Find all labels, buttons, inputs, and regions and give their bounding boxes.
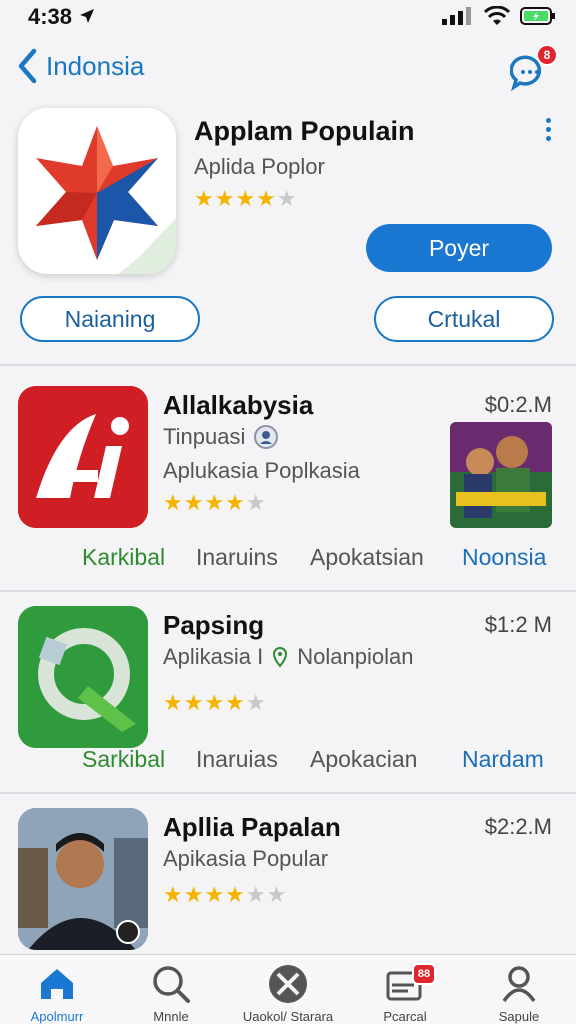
app-name: Allalkabysia — [163, 390, 314, 420]
tag[interactable]: Apokatsian — [310, 544, 424, 571]
app-category: Aplikasia I Nolanpiolan — [163, 644, 413, 670]
tag-blue[interactable]: Noonsia — [462, 544, 546, 571]
chat-button[interactable]: 8 — [510, 44, 558, 92]
person-photo-icon — [18, 808, 148, 950]
app-category-text: Aplikasia I — [163, 644, 264, 669]
app-icon-ai[interactable] — [18, 386, 148, 528]
app-rating: ★★★★★ — [163, 690, 267, 716]
tag[interactable]: Inaruias — [196, 746, 278, 773]
movie-poster-icon — [450, 422, 552, 528]
more-options-icon[interactable] — [542, 118, 554, 148]
app-price: $0:2.M — [484, 392, 552, 417]
app-rating: ★★★★★★ — [163, 882, 287, 908]
tab-profile[interactable]: Sapule — [464, 963, 574, 1024]
divider — [0, 792, 576, 794]
app-category-text: Tinpuasi — [163, 424, 246, 449]
status-icons — [442, 6, 556, 26]
ai-logo-icon — [18, 386, 148, 528]
rating-stars-empty: ★★ — [245, 882, 288, 907]
app-tags: Karkibal Inaruins Apokatsian Noonsia — [0, 544, 576, 574]
app-name: Apllia Papalan — [163, 812, 341, 842]
primary-action-button[interactable]: Poyer — [366, 224, 552, 272]
tab-store[interactable]: Uaokol/ Starara — [233, 963, 343, 1024]
tag-green[interactable]: Sarkibal — [82, 746, 165, 773]
signal-icon — [442, 7, 471, 25]
app-icon-q[interactable] — [18, 606, 148, 748]
search-icon — [153, 966, 190, 1003]
rating-stars-empty: ★ — [276, 186, 298, 211]
tab-label: Mnnle — [153, 1009, 189, 1024]
list-item[interactable]: Papsing $1:2 M Aplikasia I Nolanpiolan ★… — [0, 606, 576, 796]
featured-title: Applam Populain — [194, 116, 415, 146]
rating-stars-filled: ★★★★ — [163, 490, 246, 515]
back-label: Indonsia — [46, 50, 145, 81]
tab-bar: Apolmurr Mnnle Uaokol/ Starara Pcarcal 8… — [0, 954, 576, 1024]
q-logo-icon — [18, 606, 148, 748]
time-text: 4:38 — [28, 4, 73, 29]
battery-icon — [520, 7, 555, 25]
app-tags: Sarkibal Inaruias Apokacian Nardam — [0, 746, 576, 776]
featured-app: Applam Populain Aplida Poplor ★★★★★ Poye… — [0, 100, 576, 364]
status-bar: 4:38 — [0, 0, 576, 36]
star-logo-icon — [18, 108, 176, 274]
tab-updates[interactable]: Pcarcal 88 — [350, 963, 460, 1024]
rating-stars-filled: ★★★★ — [163, 690, 246, 715]
list-item[interactable]: Allalkabysia $0:2.M Tinpuasi Aplukasia P… — [0, 386, 576, 586]
badge-icon — [254, 425, 279, 449]
chat-badge: 8 — [536, 44, 558, 66]
tag[interactable]: Inaruins — [196, 544, 278, 571]
app-name: Papsing — [163, 610, 265, 640]
app-icon-portrait[interactable] — [18, 808, 148, 950]
tab-label: Sapule — [498, 1009, 540, 1024]
tab-search[interactable]: Mnnle — [116, 963, 226, 1024]
featured-subtitle: Aplida Poplor — [194, 154, 325, 179]
rating-stars-filled: ★★★★ — [194, 186, 277, 211]
app-description: Aplukasia Poplkasia — [163, 458, 360, 483]
tag-green[interactable]: Karkibal — [82, 544, 165, 571]
status-time: 4:38 — [28, 4, 96, 30]
tab-label: Pcarcal — [383, 1009, 427, 1024]
rating-stars-filled: ★★★★ — [163, 882, 246, 907]
app-category-text: Apikasia Popular — [163, 846, 329, 871]
app-rating: ★★★★★ — [163, 490, 267, 516]
featured-app-icon[interactable] — [18, 108, 176, 274]
left-outline-button[interactable]: Naianing — [20, 296, 200, 342]
chevron-left-icon — [18, 48, 37, 84]
location-arrow-icon — [80, 9, 95, 23]
app-screenshot-thumbnail[interactable] — [450, 422, 552, 528]
rating-stars-empty: ★ — [245, 490, 267, 515]
tag[interactable]: Apokacian — [310, 746, 417, 773]
back-button[interactable]: Indonsia — [16, 48, 144, 84]
tag-blue[interactable]: Nardam — [462, 746, 544, 773]
tab-home[interactable]: Apolmurr — [2, 963, 112, 1024]
app-category: Apikasia Popular — [163, 846, 328, 872]
home-icon — [41, 969, 73, 999]
tab-label: Uaokol/ Starara — [242, 1009, 334, 1024]
app-category: Tinpuasi — [163, 424, 279, 450]
app-price: $1:2 M — [484, 612, 552, 637]
divider — [0, 590, 576, 592]
store-icon — [269, 965, 307, 1003]
tab-label: Apolmurr — [30, 1009, 84, 1024]
tab-badge: 88 — [412, 963, 436, 985]
divider — [0, 364, 576, 366]
right-outline-button[interactable]: Crtukal — [374, 296, 554, 342]
wifi-icon — [484, 6, 510, 25]
person-icon — [502, 966, 536, 1003]
app-location-text: Nolanpiolan — [297, 644, 414, 669]
location-pin-icon — [273, 646, 288, 668]
list-item[interactable]: Apllia Papalan $2:2.M Apikasia Popular ★… — [0, 808, 576, 950]
nav-bar: Indonsia 8 — [0, 40, 576, 96]
featured-rating: ★★★★★ — [194, 186, 298, 212]
app-price: $2:2.M — [484, 814, 552, 839]
rating-stars-empty: ★ — [245, 690, 267, 715]
